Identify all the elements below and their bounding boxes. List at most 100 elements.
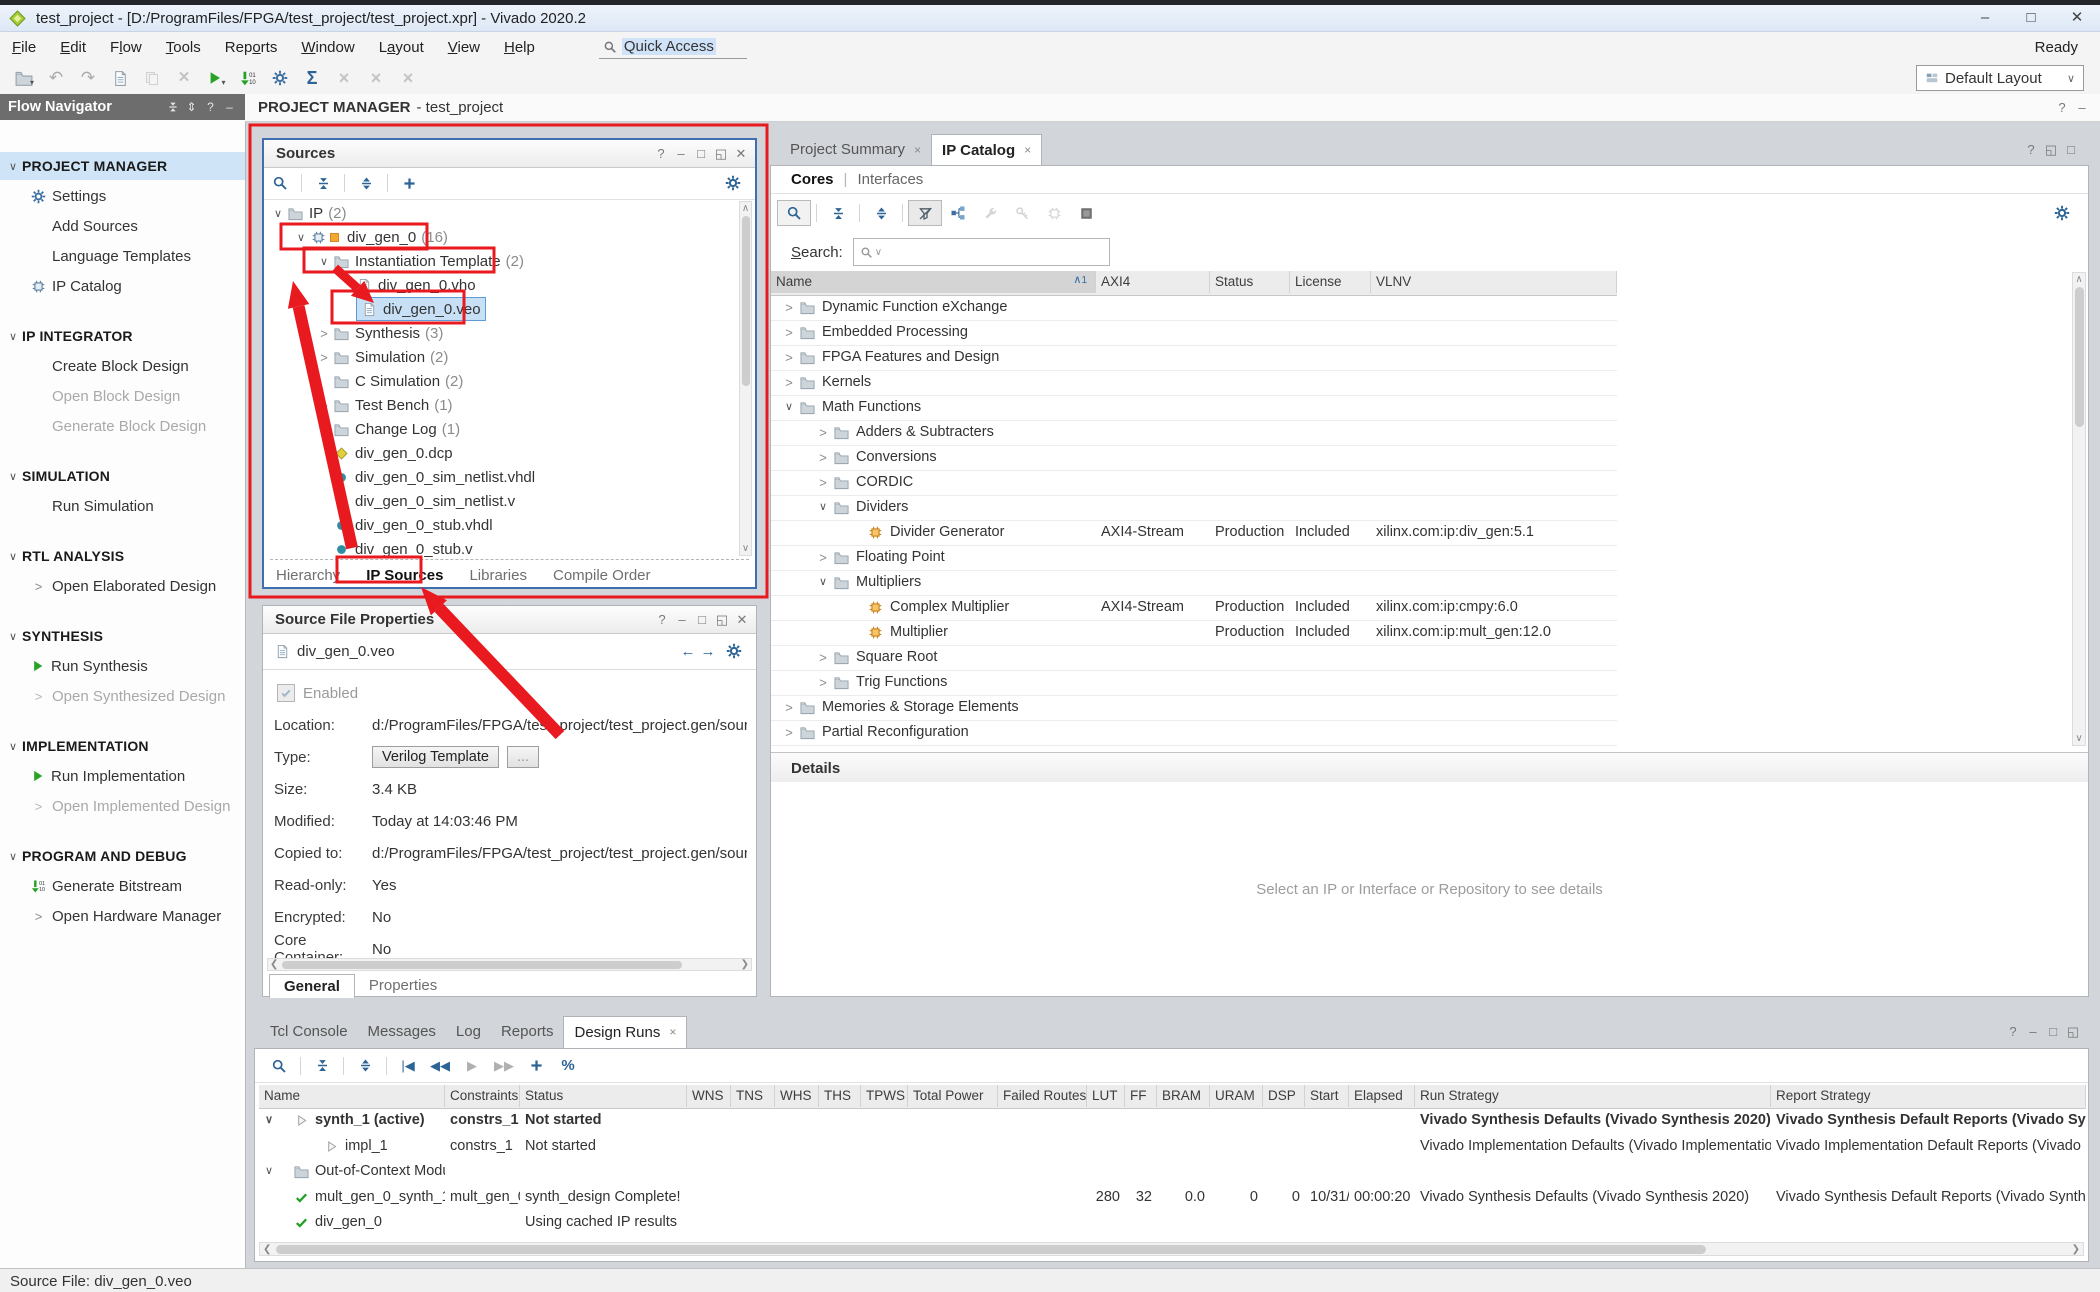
scroll-down-icon[interactable]: ∨ <box>740 543 751 554</box>
chevron-right-icon[interactable]: > <box>779 295 799 320</box>
column-header-ths[interactable]: THS <box>819 1085 861 1107</box>
go-to-start-icon[interactable]: |◀ <box>392 1054 424 1078</box>
toolbar-abort-icon[interactable]: × <box>392 66 424 90</box>
forward-icon[interactable]: → <box>698 643 718 660</box>
ip-row-complex-multiplier[interactable]: Complex MultiplierAXI4-StreamProductionI… <box>771 595 1617 621</box>
column-header-total-power[interactable]: Total Power <box>908 1085 998 1107</box>
close-icon[interactable]: × <box>1024 143 1031 157</box>
tree-item-change-log[interactable]: >Change Log(1) <box>264 417 736 441</box>
column-header-dsp[interactable]: DSP <box>1263 1085 1305 1107</box>
search-icon[interactable] <box>263 1054 295 1078</box>
tab-ip-sources[interactable]: IP Sources <box>366 567 443 584</box>
properties-h-scrollbar[interactable]: ❮ ❯ <box>267 958 752 971</box>
chevron-right-icon[interactable]: > <box>779 370 799 395</box>
menu-item-edit[interactable]: Edit <box>48 39 98 56</box>
run-row-out-of-context-module-runs[interactable]: ∨Out-of-Context Module Runs <box>259 1159 2086 1184</box>
help-icon[interactable]: ? <box>201 100 220 114</box>
toolbar-open-project-icon[interactable]: ▾ <box>8 66 40 90</box>
chevron-down-icon[interactable]: ∨ <box>292 231 310 244</box>
column-header-uram[interactable]: URAM <box>1210 1085 1263 1107</box>
maximize-icon[interactable]: □ <box>2008 5 2054 31</box>
sidebar-item-generate-block-design[interactable]: Generate Block Design <box>0 412 245 440</box>
chevron-down-icon[interactable]: ∨ <box>813 570 833 595</box>
toolbar-settings-icon[interactable] <box>264 66 296 90</box>
tab-cores[interactable]: Cores <box>791 171 834 188</box>
sidebar-item-open-block-design[interactable]: Open Block Design <box>0 382 245 410</box>
chevron-right-icon[interactable]: > <box>779 720 799 745</box>
column-header-bram[interactable]: BRAM <box>1157 1085 1210 1107</box>
sidebar-section-ip-integrator[interactable]: ∨IP INTEGRATOR <box>0 322 245 350</box>
column-header-license[interactable]: License <box>1290 271 1371 293</box>
chevron-down-icon[interactable]: ∨ <box>269 207 287 220</box>
menu-item-view[interactable]: View <box>436 39 492 56</box>
filter-off-icon[interactable] <box>908 200 942 226</box>
tree-item-div_gen_0-veo[interactable]: div_gen_0.veo <box>264 297 736 321</box>
tree-item-div_gen_0_sim_netlist-vhdl[interactable]: div_gen_0_sim_netlist.vhdl <box>264 465 736 489</box>
maximize-icon[interactable]: □ <box>691 146 711 161</box>
collapse-all-icon[interactable] <box>306 1054 338 1078</box>
help-icon[interactable]: ? <box>2052 100 2072 115</box>
tab-hierarchy[interactable]: Hierarchy <box>276 567 340 584</box>
add-sources-icon[interactable] <box>393 171 425 195</box>
ip-row-memories---storage-elements[interactable]: >Memories & Storage Elements <box>771 695 1617 721</box>
ip-row-embedded-processing[interactable]: >Embedded Processing <box>771 320 1617 346</box>
info-icon[interactable] <box>1070 201 1102 225</box>
sidebar-item-settings[interactable]: Settings <box>0 182 245 210</box>
collapse-all-icon[interactable] <box>163 100 182 114</box>
tree-item-div_gen_0-vho[interactable]: div_gen_0.vho <box>264 273 736 297</box>
close-icon[interactable]: ✕ <box>732 612 752 628</box>
expand-all-icon[interactable] <box>349 1054 381 1078</box>
fast-forward-icon[interactable]: ▶▶ <box>488 1054 520 1078</box>
search-icon[interactable] <box>264 171 296 195</box>
tab-messages[interactable]: Messages <box>358 1016 446 1048</box>
chevron-down-icon[interactable]: ∨ <box>265 1108 293 1133</box>
chevron-right-icon[interactable]: > <box>315 350 333 365</box>
ip-row-kernels[interactable]: >Kernels <box>771 370 1617 396</box>
menu-item-reports[interactable]: Reports <box>213 39 290 56</box>
close-icon[interactable]: × <box>669 1025 676 1039</box>
settings-gear-icon[interactable] <box>717 171 749 195</box>
wrench-icon[interactable] <box>974 201 1006 225</box>
ip-search-input[interactable]: ∨ <box>853 238 1110 266</box>
minimize-icon[interactable]: – <box>2023 1024 2043 1039</box>
sidebar-item-create-block-design[interactable]: Create Block Design <box>0 352 245 380</box>
tab-log[interactable]: Log <box>446 1016 491 1048</box>
ip-row-cordic[interactable]: >CORDIC <box>771 470 1617 496</box>
tab-tcl-console[interactable]: Tcl Console <box>260 1016 358 1048</box>
expand-all-icon[interactable] <box>865 201 897 225</box>
step-back-icon[interactable]: ◀◀ <box>424 1054 456 1078</box>
float-icon[interactable]: ◱ <box>2041 142 2061 158</box>
layout-selector[interactable]: Default Layout ∨ <box>1916 65 2084 91</box>
float-icon[interactable]: ◱ <box>2063 1024 2083 1040</box>
tab-design-runs[interactable]: Design Runs× <box>563 1016 687 1048</box>
column-header-vlnv[interactable]: VLNV <box>1371 271 1617 293</box>
search-icon[interactable] <box>777 200 811 226</box>
column-header-wns[interactable]: WNS <box>687 1085 731 1107</box>
scroll-up-icon[interactable]: ∧ <box>740 203 751 214</box>
chevron-down-icon[interactable]: ∨ <box>813 495 833 520</box>
ip-row-fpga-features-and-design[interactable]: >FPGA Features and Design <box>771 345 1617 371</box>
tab-ip-catalog[interactable]: IP Catalog× <box>931 134 1042 166</box>
ip-row-dividers[interactable]: ∨Dividers <box>771 495 1617 521</box>
tree-item-instantiation-template[interactable]: ∨Instantiation Template(2) <box>264 249 736 273</box>
scroll-right-icon[interactable]: ❯ <box>2072 1244 2080 1255</box>
minimize-icon[interactable]: – <box>2072 100 2092 115</box>
toolbar-report-icon[interactable] <box>104 66 136 90</box>
chevron-right-icon[interactable]: > <box>813 645 833 670</box>
settings-gear-icon[interactable] <box>718 639 750 663</box>
ip-row-partial-reconfiguration[interactable]: >Partial Reconfiguration <box>771 720 1617 746</box>
chevron-right-icon[interactable]: > <box>813 470 833 495</box>
column-header-tpws[interactable]: TPWS <box>861 1085 908 1107</box>
ip-row-divider-generator[interactable]: Divider GeneratorAXI4-StreamProductionIn… <box>771 520 1617 546</box>
toolbar-attach-icon[interactable]: × <box>360 66 392 90</box>
toolbar-redo-icon[interactable]: ↷ <box>72 66 104 90</box>
collapse-all-icon[interactable] <box>822 201 854 225</box>
sidebar-item-open-hardware-manager[interactable]: >Open Hardware Manager <box>0 902 245 930</box>
sidebar-item-ip-catalog[interactable]: IP Catalog <box>0 272 245 300</box>
menu-item-tools[interactable]: Tools <box>154 39 213 56</box>
sidebar-item-run-synthesis[interactable]: Run Synthesis <box>0 652 245 680</box>
help-icon[interactable]: ? <box>2021 142 2041 157</box>
more-button[interactable]: ... <box>507 746 539 768</box>
column-header-axi4[interactable]: AXI4 <box>1096 271 1210 293</box>
add-icon[interactable] <box>520 1054 552 1078</box>
